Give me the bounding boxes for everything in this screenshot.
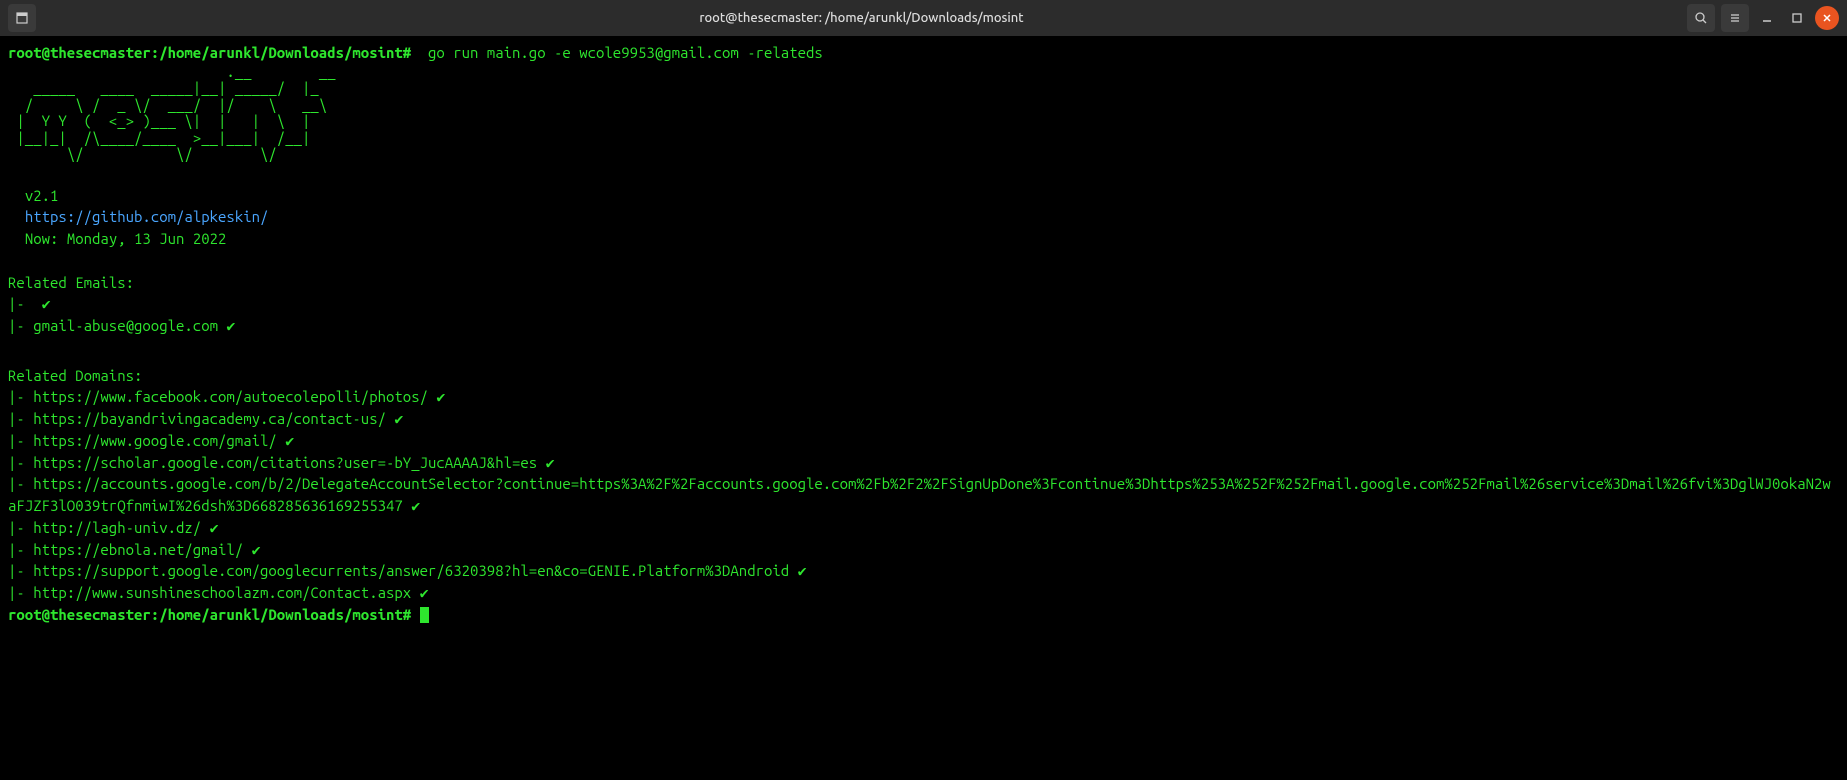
shell-prompt-2: root@thesecmaster:/home/arunkl/Downloads… <box>8 606 411 623</box>
menu-button[interactable] <box>1721 4 1749 32</box>
related-domain-item: |- http://www.sunshineschoolazm.com/Cont… <box>8 582 1839 604</box>
window-title: root@thesecmaster: /home/arunkl/Download… <box>42 11 1681 25</box>
shell-prompt: root@thesecmaster:/home/arunkl/Downloads… <box>8 44 411 61</box>
search-button[interactable] <box>1687 4 1715 32</box>
new-tab-button[interactable] <box>8 4 36 32</box>
maximize-button[interactable] <box>1785 6 1809 30</box>
related-domain-item: |- https://www.facebook.com/autoecolepol… <box>8 386 1839 408</box>
date-text: Now: Monday, 13 Jun 2022 <box>8 230 226 247</box>
related-domain-item: |- http://lagh-univ.dz/ ✔ <box>8 517 1839 539</box>
related-domains-header: Related Domains: <box>8 367 142 384</box>
related-email-item: |- ✔ <box>8 293 1839 315</box>
related-domain-item: |- https://accounts.google.com/b/2/Deleg… <box>8 473 1839 517</box>
version-text: v2.1 <box>8 187 58 204</box>
related-email-item: |- gmail-abuse@google.com ✔ <box>8 315 1839 337</box>
related-emails-header: Related Emails: <box>8 274 134 291</box>
related-domain-item: |- https://www.google.com/gmail/ ✔ <box>8 430 1839 452</box>
cursor <box>420 607 429 623</box>
minimize-button[interactable] <box>1755 6 1779 30</box>
command-text: go run main.go -e wcole9953@gmail.com -r… <box>411 44 823 61</box>
related-domain-item: |- https://scholar.google.com/citations?… <box>8 452 1839 474</box>
github-link: https://github.com/alpkeskin/ <box>8 208 268 225</box>
close-button[interactable] <box>1815 6 1839 30</box>
related-domain-item: |- https://ebnola.net/gmail/ ✔ <box>8 539 1839 561</box>
related-domain-item: |- https://bayandrivingacademy.ca/contac… <box>8 408 1839 430</box>
related-domain-item: |- https://support.google.com/googlecurr… <box>8 560 1839 582</box>
ascii-art-logo: .__ __ _____ ____ _____|__| _____/ |_ / … <box>8 64 1839 163</box>
window-titlebar: root@thesecmaster: /home/arunkl/Download… <box>0 0 1847 36</box>
terminal-output[interactable]: root@thesecmaster:/home/arunkl/Downloads… <box>0 36 1847 632</box>
